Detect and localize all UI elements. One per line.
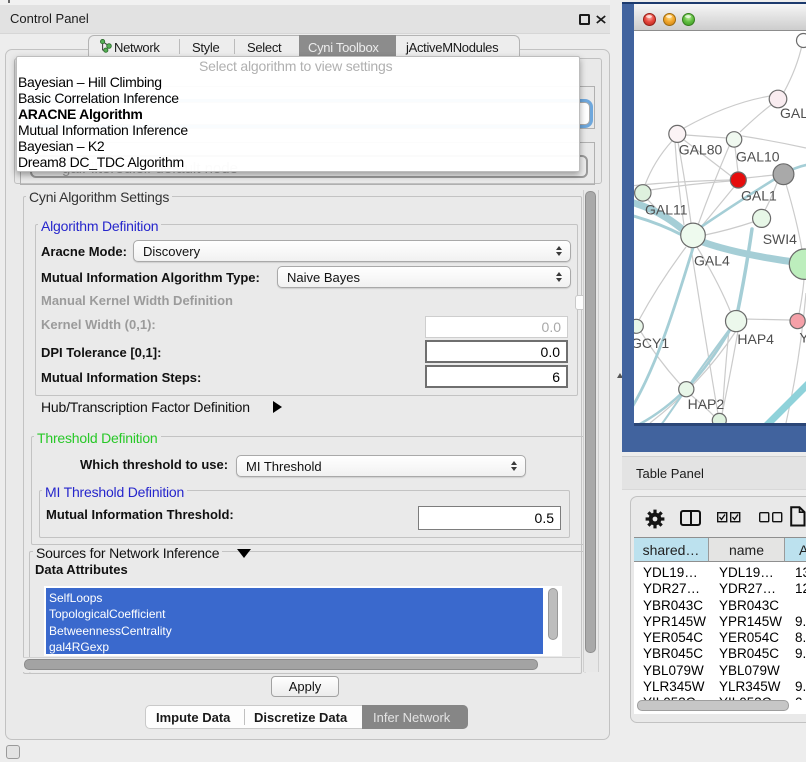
- svg-text:GAL80: GAL80: [679, 142, 723, 158]
- svg-text:GCY1: GCY1: [634, 335, 669, 351]
- svg-text:GAL1: GAL1: [741, 188, 777, 204]
- svg-text:SWI4: SWI4: [763, 231, 797, 247]
- svg-text:GAL: GAL: [780, 105, 806, 121]
- svg-text:HAP4: HAP4: [737, 331, 774, 347]
- svg-text:GAL11: GAL11: [645, 202, 688, 218]
- svg-text:GAL10: GAL10: [736, 149, 780, 165]
- svg-text:Y: Y: [799, 330, 806, 346]
- svg-text:HAP2: HAP2: [688, 396, 725, 412]
- svg-text:GAL4: GAL4: [694, 253, 730, 269]
